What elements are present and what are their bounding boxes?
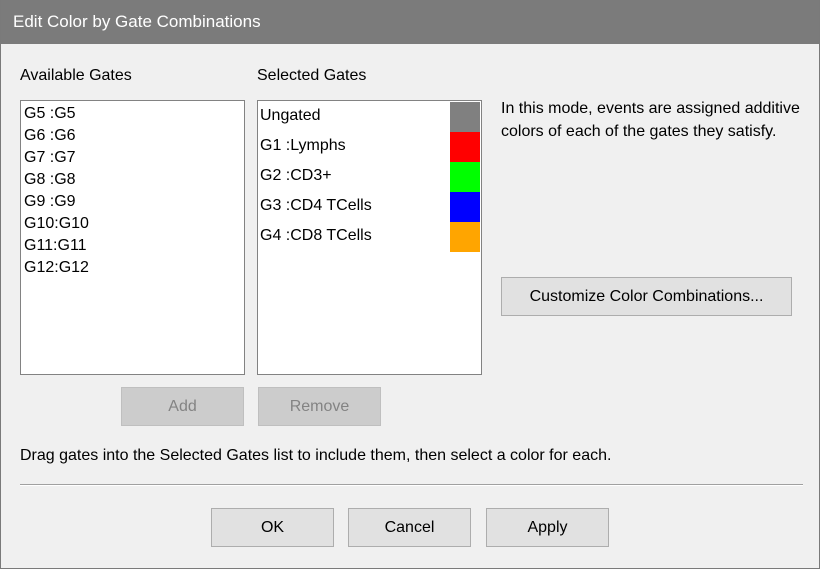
available-gates-label: Available Gates bbox=[20, 67, 132, 84]
color-swatch[interactable] bbox=[450, 102, 480, 132]
color-swatch[interactable] bbox=[450, 192, 480, 222]
customize-color-combinations-button[interactable]: Customize Color Combinations... bbox=[501, 277, 792, 316]
dialog-window: Edit Color by Gate Combinations Availabl… bbox=[0, 0, 820, 569]
selected-gate-item-g2[interactable]: G2 :CD3+ bbox=[258, 162, 481, 192]
color-swatch[interactable] bbox=[450, 162, 480, 192]
apply-button[interactable]: Apply bbox=[486, 508, 609, 547]
available-gate-item[interactable]: G10:G10 bbox=[24, 213, 89, 235]
available-gate-item[interactable]: G6 :G6 bbox=[24, 125, 76, 147]
instruction-text: Drag gates into the Selected Gates list … bbox=[20, 447, 612, 464]
window-title: Edit Color by Gate Combinations bbox=[13, 12, 261, 31]
selected-gate-item-ungated[interactable]: Ungated bbox=[258, 102, 481, 132]
available-gate-item[interactable]: G12:G12 bbox=[24, 257, 89, 279]
selected-gate-item-g1[interactable]: G1 :Lymphs bbox=[258, 132, 481, 162]
available-gate-item[interactable]: G5 :G5 bbox=[24, 103, 76, 125]
selected-gate-label: Ungated bbox=[260, 107, 321, 124]
title-bar[interactable]: Edit Color by Gate Combinations bbox=[1, 0, 819, 44]
color-swatch[interactable] bbox=[450, 222, 480, 252]
selected-gates-list[interactable]: Ungated G1 :Lymphs G2 :CD3+ G3 :CD4 TCel… bbox=[257, 100, 482, 375]
remove-button[interactable]: Remove bbox=[258, 387, 381, 426]
separator bbox=[20, 484, 803, 486]
selected-gate-item-g3[interactable]: G3 :CD4 TCells bbox=[258, 192, 481, 222]
selected-gates-label: Selected Gates bbox=[257, 67, 367, 84]
selected-gate-label: G2 :CD3+ bbox=[260, 167, 332, 184]
selected-gate-item-g4[interactable]: G4 :CD8 TCells bbox=[258, 222, 481, 252]
selected-gate-label: G1 :Lymphs bbox=[260, 137, 346, 154]
mode-description: In this mode, events are assigned additi… bbox=[501, 100, 800, 140]
available-gate-item[interactable]: G11:G11 bbox=[24, 235, 87, 257]
cancel-button[interactable]: Cancel bbox=[348, 508, 471, 547]
selected-gate-label: G4 :CD8 TCells bbox=[260, 227, 372, 244]
selected-gate-label: G3 :CD4 TCells bbox=[260, 197, 372, 214]
ok-button[interactable]: OK bbox=[211, 508, 334, 547]
available-gates-list[interactable]: G5 :G5 G6 :G6 G7 :G7 G8 :G8 G9 :G9 G10:G… bbox=[20, 100, 245, 375]
color-swatch[interactable] bbox=[450, 132, 480, 162]
available-gate-item[interactable]: G8 :G8 bbox=[24, 169, 76, 191]
available-gate-item[interactable]: G9 :G9 bbox=[24, 191, 76, 213]
available-gate-item[interactable]: G7 :G7 bbox=[24, 147, 76, 169]
add-button[interactable]: Add bbox=[121, 387, 244, 426]
